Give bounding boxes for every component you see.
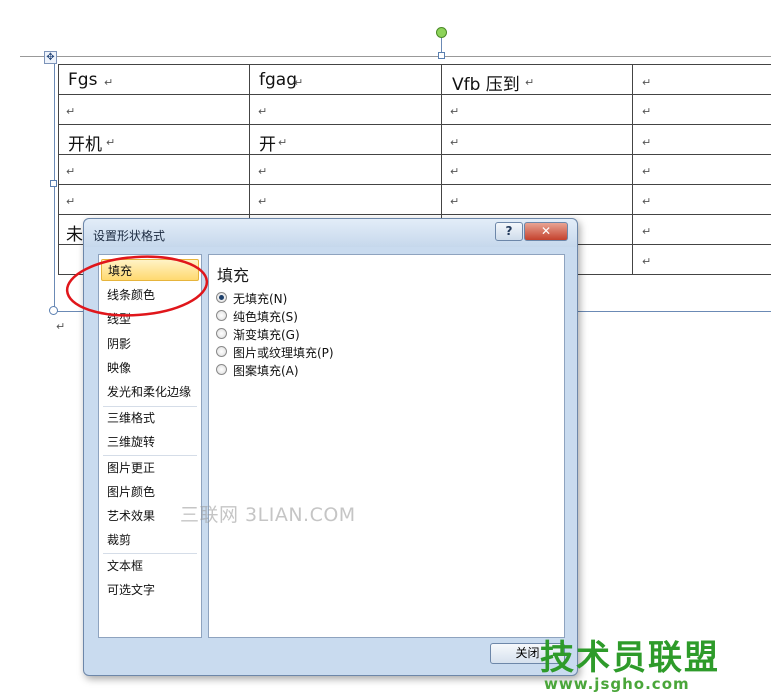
nav-item-reflection[interactable]: 映像 [101,357,199,379]
divider [103,455,197,456]
table-col-border [632,64,633,274]
paragraph-mark: ↵ [450,195,460,208]
table-row-border [58,154,771,155]
paragraph-mark: ↵ [106,136,116,149]
watermark-logo: 技术员联盟 [540,638,720,678]
paragraph-mark: ↵ [66,195,76,208]
watermark-url: www.jsgho.com [544,675,690,693]
nav-item-3d-format[interactable]: 三维格式 [101,407,199,429]
watermark-text: 三联网 3LIAN.COM [180,504,356,526]
radio-button[interactable] [216,292,227,303]
paragraph-mark: ↵ [642,105,652,118]
table-cell[interactable]: 开 [259,130,276,155]
paragraph-mark: ↵ [56,320,66,333]
nav-item-picture-corrections[interactable]: 图片更正 [101,457,199,479]
paragraph-mark: ↵ [450,165,460,178]
paragraph-mark: ↵ [642,255,652,268]
rotate-handle-icon[interactable] [436,27,447,38]
paragraph-mark: ↵ [642,165,652,178]
table-col-border [58,64,59,274]
paragraph-mark: ↵ [642,76,652,89]
table-row-border [58,124,771,125]
nav-item-3d-rotation[interactable]: 三维旋转 [101,431,199,453]
paragraph-mark: ↵ [258,105,268,118]
paragraph-mark: ↵ [104,76,114,89]
nav-item-line-style[interactable]: 线型 [101,308,199,330]
paragraph-mark: ↵ [278,136,288,149]
table-cell[interactable]: Fgs [68,70,97,90]
radio-button[interactable] [216,310,227,321]
table-cell[interactable]: 开机 [68,130,102,155]
format-shape-dialog: 设置形状格式 ? ✕ 填充 线条颜色 线型 阴影 映像 发光和柔化边缘 三维格式… [83,218,578,676]
nav-item-line-color[interactable]: 线条颜色 [101,284,199,306]
paragraph-mark: ↵ [642,136,652,149]
nav-item-fill[interactable]: 填充 [101,259,199,281]
paragraph-mark: ↵ [450,105,460,118]
paragraph-mark: ↵ [642,225,652,238]
close-icon[interactable]: ✕ [524,222,568,241]
resize-handle[interactable] [438,52,445,59]
table-row-border [58,184,771,185]
rotate-connector [441,38,442,53]
ruler-line [20,56,771,57]
table-row-border [58,214,771,215]
radio-label: 纯色填充(S) [233,310,298,324]
paragraph-mark: ↵ [450,136,460,149]
table-cell[interactable]: fgag [259,70,297,90]
divider [103,553,197,554]
table-row-border [58,94,771,95]
table-cell[interactable]: Vfb 压到 [452,70,520,95]
paragraph-mark: ↵ [642,195,652,208]
nav-item-text-box[interactable]: 文本框 [101,555,199,577]
paragraph-mark: ↵ [258,195,268,208]
paragraph-mark: ↵ [66,105,76,118]
radio-label: 图案填充(A) [233,364,299,378]
resize-handle[interactable] [50,180,57,187]
table-cell[interactable]: 未 [66,220,83,245]
dialog-titlebar[interactable]: 设置形状格式 ? ✕ [84,219,577,247]
fill-options-panel: 填充 无填充(N) 纯色填充(S) 渐变填充(G) 图片或纹理填充(P) 图案填… [208,254,565,638]
radio-button[interactable] [216,364,227,375]
table-row-border [58,64,771,65]
four-way-arrow-icon[interactable]: ✥ [44,51,57,64]
radio-button[interactable] [216,328,227,339]
dialog-title: 设置形状格式 [93,229,166,243]
radio-label: 无填充(N) [233,292,288,306]
paragraph-mark: ↵ [525,76,535,89]
help-button[interactable]: ? [495,222,523,241]
category-list: 填充 线条颜色 线型 阴影 映像 发光和柔化边缘 三维格式 三维旋转 图片更正 … [98,254,202,638]
nav-item-alt-text[interactable]: 可选文字 [101,579,199,601]
radio-button[interactable] [216,346,227,357]
paragraph-mark: ↵ [294,76,304,89]
paragraph-mark: ↵ [66,165,76,178]
radio-label: 渐变填充(G) [233,328,300,342]
paragraph-mark: ↵ [258,165,268,178]
radio-label: 图片或纹理填充(P) [233,346,334,360]
nav-item-glow-soft-edges[interactable]: 发光和柔化边缘 [101,381,199,403]
nav-item-crop[interactable]: 裁剪 [101,529,199,551]
nav-item-shadow[interactable]: 阴影 [101,333,199,355]
panel-heading: 填充 [217,266,250,285]
resize-handle[interactable] [49,306,58,315]
